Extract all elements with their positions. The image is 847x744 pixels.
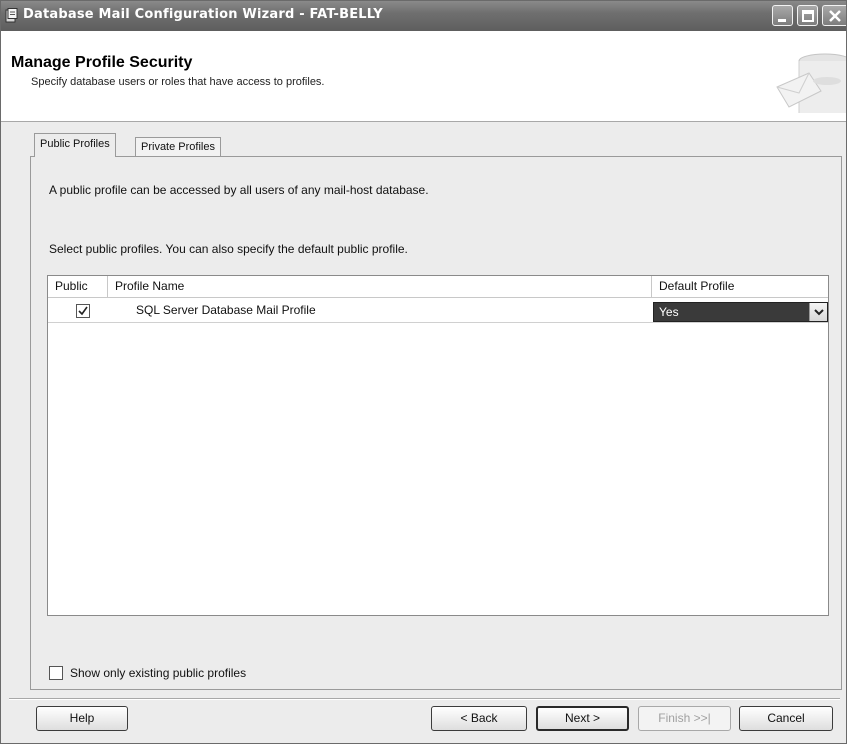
public-profile-description: A public profile can be accessed by all …: [49, 183, 429, 197]
back-button[interactable]: < Back: [431, 706, 527, 731]
dropdown-button[interactable]: [809, 303, 827, 321]
show-existing-checkbox[interactable]: [49, 666, 63, 680]
wizard-window: Database Mail Configuration Wizard - FAT…: [0, 0, 847, 744]
column-header-profile-name[interactable]: Profile Name: [108, 276, 652, 298]
close-button[interactable]: [822, 5, 846, 26]
next-button[interactable]: Next >: [536, 706, 629, 731]
checkmark-icon: [77, 306, 89, 320]
show-existing-label[interactable]: Show only existing public profiles: [70, 666, 246, 680]
grid-header: Public Profile Name Default Profile: [48, 276, 828, 298]
public-profile-instruction: Select public profiles. You can also spe…: [49, 242, 408, 256]
wizard-app-icon: [5, 8, 19, 23]
page-subtitle: Specify database users or roles that hav…: [31, 76, 325, 88]
tab-private-profiles[interactable]: Private Profiles: [135, 137, 221, 157]
public-checkbox[interactable]: [76, 304, 90, 318]
page-title: Manage Profile Security: [11, 54, 193, 71]
minimize-button[interactable]: [772, 5, 793, 26]
column-header-default-profile[interactable]: Default Profile: [652, 276, 828, 298]
title-bar[interactable]: Database Mail Configuration Wizard - FAT…: [1, 1, 846, 31]
cancel-button[interactable]: Cancel: [739, 706, 833, 731]
window-title: Database Mail Configuration Wizard - FAT…: [23, 7, 383, 22]
table-row[interactable]: SQL Server Database Mail Profile Yes: [48, 299, 828, 323]
profiles-grid: Public Profile Name Default Profile SQL …: [47, 275, 829, 616]
maximize-button[interactable]: [797, 5, 818, 26]
help-button[interactable]: Help: [36, 706, 128, 731]
tab-public-profiles[interactable]: Public Profiles: [34, 133, 116, 157]
column-header-public[interactable]: Public: [48, 276, 108, 298]
chevron-down-icon: [810, 309, 828, 324]
footer-separator: [9, 698, 840, 700]
finish-button[interactable]: Finish >>|: [638, 706, 731, 731]
default-profile-select[interactable]: Yes: [653, 302, 828, 322]
profile-name-cell[interactable]: SQL Server Database Mail Profile: [136, 303, 316, 317]
database-mail-icon: [775, 51, 847, 117]
wizard-header: Manage Profile Security Specify database…: [1, 31, 847, 122]
default-profile-value: Yes: [659, 305, 679, 319]
